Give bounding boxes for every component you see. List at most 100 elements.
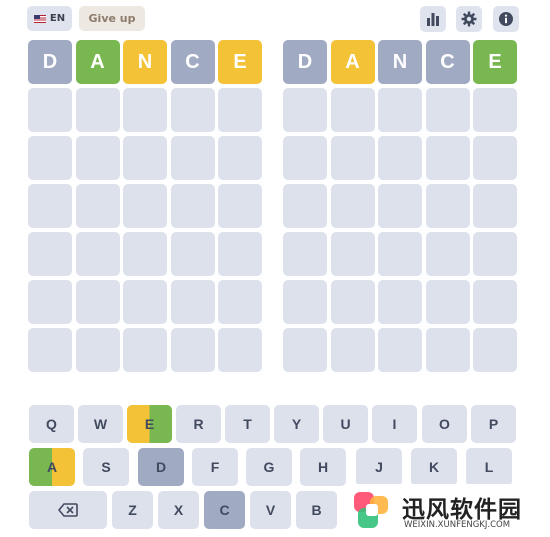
empty-tile [28, 184, 72, 228]
key-d[interactable]: D [138, 448, 184, 486]
key-p[interactable]: P [471, 405, 516, 443]
key-h[interactable]: H [300, 448, 346, 486]
key-i[interactable]: I [372, 405, 417, 443]
empty-tile [170, 88, 215, 132]
give-up-button[interactable]: Give up [79, 6, 145, 31]
settings-gear-icon [461, 11, 477, 27]
backspace-key[interactable] [29, 491, 107, 529]
empty-tile [75, 184, 120, 228]
empty-tile [378, 184, 422, 228]
watermark-url: WEIXIN.XUNFENGKJ.COM [404, 520, 511, 530]
key-r[interactable]: R [176, 405, 221, 443]
key-g[interactable]: G [246, 448, 292, 486]
key-z[interactable]: Z [112, 491, 153, 529]
key-s[interactable]: S [83, 448, 129, 486]
guess-tile: E [218, 40, 262, 84]
empty-tile [473, 184, 517, 228]
key-o[interactable]: O [422, 405, 467, 443]
guess-tile: D [283, 40, 327, 84]
empty-tile [123, 136, 167, 180]
game-board-left: DANCE [28, 40, 262, 372]
stats-icon [427, 13, 439, 26]
empty-tile [378, 328, 422, 372]
empty-tile [283, 136, 327, 180]
guess-tile: A [330, 40, 375, 84]
empty-tile [473, 136, 517, 180]
key-b[interactable]: B [296, 491, 337, 529]
key-k[interactable]: K [411, 448, 457, 486]
key-q[interactable]: Q [29, 405, 74, 443]
empty-tile [425, 280, 470, 324]
empty-tile [218, 328, 262, 372]
key-c[interactable]: C [204, 491, 245, 529]
empty-tile [378, 88, 422, 132]
guess-tile: N [378, 40, 422, 84]
empty-tile [330, 88, 375, 132]
empty-tile [425, 184, 470, 228]
empty-tile [378, 280, 422, 324]
key-u[interactable]: U [323, 405, 368, 443]
empty-tile [330, 232, 375, 276]
empty-tile [330, 328, 375, 372]
empty-tile [123, 280, 167, 324]
us-flag-icon [33, 14, 46, 23]
empty-tile [28, 280, 72, 324]
game-board-right: DANCE [283, 40, 517, 372]
guess-tile: C [425, 40, 470, 84]
info-button[interactable] [493, 6, 519, 32]
watermark-brand: 迅风软件园 [402, 497, 522, 523]
language-label: EN [49, 13, 66, 24]
empty-tile [330, 280, 375, 324]
empty-tile [378, 232, 422, 276]
empty-tile [170, 136, 215, 180]
key-v[interactable]: V [250, 491, 291, 529]
empty-tile [425, 232, 470, 276]
key-e[interactable]: E [127, 405, 172, 443]
empty-tile [75, 328, 120, 372]
settings-button[interactable] [456, 6, 482, 32]
empty-tile [28, 232, 72, 276]
empty-tile [218, 232, 262, 276]
info-icon [499, 12, 513, 26]
empty-tile [28, 88, 72, 132]
empty-tile [378, 136, 422, 180]
key-t[interactable]: T [225, 405, 270, 443]
empty-tile [123, 184, 167, 228]
empty-tile [28, 136, 72, 180]
empty-tile [283, 328, 327, 372]
key-l[interactable]: L [466, 448, 512, 486]
empty-tile [75, 88, 120, 132]
watermark: 迅风软件园 WEIXIN.XUNFENGKJ.COM [346, 484, 550, 537]
key-x[interactable]: X [158, 491, 199, 529]
empty-tile [170, 328, 215, 372]
empty-tile [218, 136, 262, 180]
key-y[interactable]: Y [274, 405, 319, 443]
guess-tile: E [473, 40, 517, 84]
empty-tile [283, 88, 327, 132]
empty-tile [425, 136, 470, 180]
key-j[interactable]: J [356, 448, 402, 486]
empty-tile [283, 184, 327, 228]
guess-tile: N [123, 40, 167, 84]
empty-tile [330, 136, 375, 180]
empty-tile [218, 184, 262, 228]
guess-tile: A [75, 40, 120, 84]
key-w[interactable]: W [78, 405, 123, 443]
empty-tile [75, 280, 120, 324]
empty-tile [123, 88, 167, 132]
language-button[interactable]: EN [27, 6, 72, 31]
empty-tile [75, 232, 120, 276]
empty-tile [330, 184, 375, 228]
backspace-icon [58, 503, 78, 517]
empty-tile [75, 136, 120, 180]
empty-tile [123, 232, 167, 276]
guess-tile: C [170, 40, 215, 84]
empty-tile [425, 88, 470, 132]
key-f[interactable]: F [192, 448, 238, 486]
empty-tile [473, 280, 517, 324]
empty-tile [170, 232, 215, 276]
stats-button[interactable] [420, 6, 446, 32]
empty-tile [473, 88, 517, 132]
empty-tile [283, 280, 327, 324]
key-a[interactable]: A [29, 448, 75, 486]
